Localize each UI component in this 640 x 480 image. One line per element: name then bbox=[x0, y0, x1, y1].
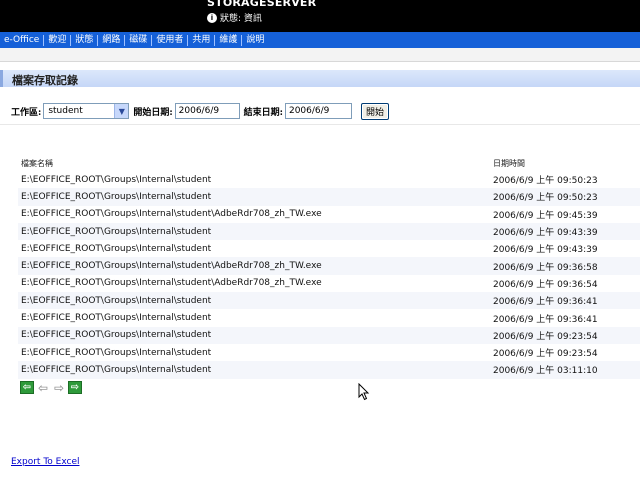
table-row: E:\EOFFICE_ROOT\Groups\Internal\student\… bbox=[18, 275, 640, 292]
nav-item-7[interactable]: 維護 bbox=[215, 34, 243, 46]
datetime-cell: 2006/6/9 上午 09:36:41 bbox=[493, 314, 598, 325]
chevron-down-icon[interactable]: ▼ bbox=[114, 104, 129, 118]
main-nav: e-Office 歡迎 狀態 網路 磁碟 使用者 共用 維護 說明 bbox=[0, 32, 640, 48]
prev-page-icon[interactable]: ⇦ bbox=[36, 381, 50, 395]
table-row: E:\EOFFICE_ROOT\Groups\Internal\student 2… bbox=[18, 292, 640, 310]
pagination: ⇦ ⇦ ⇨ ⇨ bbox=[20, 381, 82, 395]
datetime-cell: 2006/6/9 上午 09:36:41 bbox=[493, 297, 598, 308]
nav-item-6[interactable]: 共用 bbox=[188, 34, 216, 46]
file-path-cell: E:\EOFFICE_ROOT\Groups\Internal\student bbox=[21, 226, 212, 237]
file-path-cell: E:\EOFFICE_ROOT\Groups\Internal\student bbox=[21, 347, 212, 358]
datetime-cell: 2006/6/9 上午 09:43:39 bbox=[493, 245, 598, 256]
datetime-cell: 2006/6/9 上午 09:50:23 bbox=[493, 193, 598, 204]
table-row: E:\EOFFICE_ROOT\Groups\Internal\student 2… bbox=[18, 188, 640, 206]
section-header: 檔案存取記錄 bbox=[0, 70, 640, 87]
start-date-label: 開始日期: bbox=[133, 107, 173, 118]
workgroup-value: student bbox=[48, 106, 83, 116]
export-to-excel-link[interactable]: Export To Excel bbox=[11, 457, 80, 467]
datetime-cell: 2006/6/9 上午 09:45:39 bbox=[493, 210, 598, 221]
table-row: E:\EOFFICE_ROOT\Groups\Internal\student 2… bbox=[18, 361, 640, 379]
last-page-icon[interactable]: ⇨ bbox=[68, 381, 82, 394]
nav-item-5[interactable]: 使用者 bbox=[152, 34, 189, 46]
table-row: E:\EOFFICE_ROOT\Groups\Internal\student 2… bbox=[18, 309, 640, 326]
mouse-cursor-icon bbox=[358, 383, 370, 401]
status-indicator: i 狀態: 資訊 bbox=[207, 11, 262, 24]
nav-item-0[interactable]: e-Office bbox=[0, 34, 45, 46]
table-row: E:\EOFFICE_ROOT\Groups\Internal\student\… bbox=[18, 257, 640, 275]
datetime-cell: 2006/6/9 上午 09:23:54 bbox=[493, 349, 598, 360]
start-button[interactable]: 開始 bbox=[360, 102, 389, 120]
table-row: E:\EOFFICE_ROOT\Groups\Internal\student 2… bbox=[18, 344, 640, 361]
server-name: STORAGESERVER bbox=[207, 0, 317, 9]
file-path-cell: E:\EOFFICE_ROOT\Groups\Internal\student\… bbox=[21, 209, 322, 220]
column-header-filename: 檔案名稱 bbox=[21, 158, 53, 168]
datetime-cell: 2006/6/9 上午 09:50:23 bbox=[493, 176, 598, 187]
file-path-cell: E:\EOFFICE_ROOT\Groups\Internal\student\… bbox=[21, 278, 322, 289]
table-row: E:\EOFFICE_ROOT\Groups\Internal\student 2… bbox=[18, 240, 640, 257]
divider bbox=[0, 124, 640, 125]
file-path-cell: E:\EOFFICE_ROOT\Groups\Internal\student\… bbox=[21, 261, 322, 272]
datetime-cell: 2006/6/9 上午 03:11:10 bbox=[493, 366, 598, 377]
first-page-icon[interactable]: ⇦ bbox=[20, 381, 34, 394]
top-banner: STORAGESERVER i 狀態: 資訊 bbox=[0, 0, 640, 32]
start-date-field[interactable]: 2006/6/9 bbox=[174, 103, 240, 119]
table-row: E:\EOFFICE_ROOT\Groups\Internal\student\… bbox=[18, 206, 640, 223]
table-header: 檔案名稱 日期時間 bbox=[18, 155, 640, 171]
file-path-cell: E:\EOFFICE_ROOT\Groups\Internal\student bbox=[21, 174, 212, 185]
nav-item-4[interactable]: 磁碟 bbox=[125, 34, 153, 46]
file-path-cell: E:\EOFFICE_ROOT\Groups\Internal\student bbox=[21, 313, 212, 324]
nav-item-8[interactable]: 說明 bbox=[242, 35, 268, 46]
file-path-cell: E:\EOFFICE_ROOT\Groups\Internal\student bbox=[21, 330, 212, 341]
file-path-cell: E:\EOFFICE_ROOT\Groups\Internal\student bbox=[21, 364, 212, 375]
info-icon: i bbox=[207, 12, 217, 23]
filter-bar: 工作區: student ▼ 開始日期: 2006/6/9 結束日期: 2006… bbox=[11, 102, 389, 120]
file-path-cell: E:\EOFFICE_ROOT\Groups\Internal\student bbox=[21, 191, 212, 202]
page-title: 檔案存取記錄 bbox=[12, 74, 78, 87]
nav-item-2[interactable]: 狀態 bbox=[71, 34, 99, 46]
table-body: E:\EOFFICE_ROOT\Groups\Internal\student 2… bbox=[18, 171, 640, 379]
file-path-cell: E:\EOFFICE_ROOT\Groups\Internal\student bbox=[21, 243, 212, 254]
table-row: E:\EOFFICE_ROOT\Groups\Internal\student 2… bbox=[18, 171, 640, 188]
file-path-cell: E:\EOFFICE_ROOT\Groups\Internal\student bbox=[21, 295, 212, 306]
end-date-label: 結束日期: bbox=[243, 107, 283, 118]
next-page-icon[interactable]: ⇨ bbox=[52, 381, 66, 395]
table-row: E:\EOFFICE_ROOT\Groups\Internal\student 2… bbox=[18, 222, 640, 241]
nav-item-3[interactable]: 網路 bbox=[98, 34, 126, 46]
end-date-field[interactable]: 2006/6/9 bbox=[284, 103, 352, 119]
toolbar-strip bbox=[0, 48, 640, 62]
workgroup-select[interactable]: student ▼ bbox=[43, 103, 130, 119]
datetime-cell: 2006/6/9 上午 09:23:54 bbox=[493, 331, 598, 342]
table-row: E:\EOFFICE_ROOT\Groups\Internal\student 2… bbox=[18, 326, 640, 344]
nav-item-1[interactable]: 歡迎 bbox=[44, 34, 72, 46]
status-text: 狀態: 資訊 bbox=[220, 14, 262, 24]
workgroup-label: 工作區: bbox=[11, 107, 42, 118]
datetime-cell: 2006/6/9 上午 09:36:58 bbox=[493, 262, 598, 273]
column-header-datetime: 日期時間 bbox=[493, 158, 525, 168]
access-log-table: 檔案名稱 日期時間 E:\EOFFICE_ROOT\Groups\Interna… bbox=[18, 155, 640, 379]
datetime-cell: 2006/6/9 上午 09:36:54 bbox=[493, 279, 598, 290]
datetime-cell: 2006/6/9 上午 09:43:39 bbox=[493, 228, 598, 239]
